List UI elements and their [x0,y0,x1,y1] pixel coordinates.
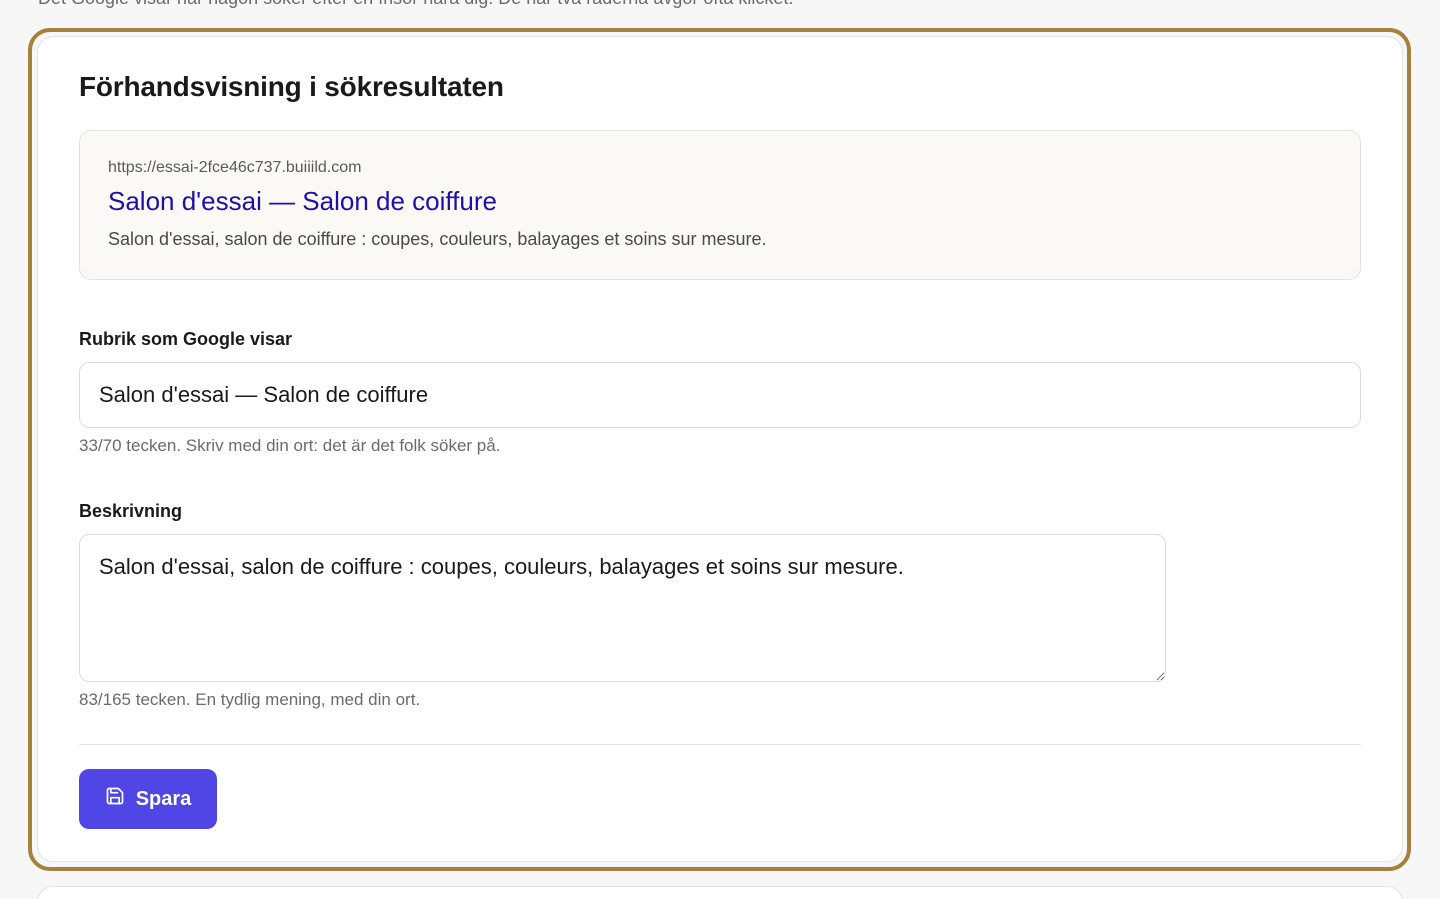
floppy-disk-icon [105,786,125,812]
preview-url: https://essai-2fce46c737.buiiild.com [108,159,362,176]
next-card [37,886,1403,899]
title-field-label: Rubrik som Google visar [79,329,293,349]
title-field-hint: 33/70 tecken. Skriv med din ort: det är … [79,436,501,455]
save-button-label: Spara [135,787,192,810]
intro-text: Det Google visar när någon söker efter e… [38,0,793,9]
divider [79,744,1361,745]
preview-description: Salon d'essai, salon de coiffure : coupe… [108,229,767,249]
google-search-preview: https://essai-2fce46c737.buiiild.com Sal… [79,130,1361,280]
preview-title-link[interactable]: Salon d'essai — Salon de coiffure [108,186,497,217]
seo-description-textarea[interactable]: Salon d'essai, salon de coiffure : coupe… [79,534,1166,682]
save-button[interactable]: Spara [79,769,217,829]
card-title: Förhandsvisning i sökresultaten [79,71,504,102]
description-field-label: Beskrivning [79,501,183,521]
seo-title-input[interactable] [79,362,1361,428]
description-field-hint: 83/165 tecken. En tydlig mening, med din… [79,690,421,709]
